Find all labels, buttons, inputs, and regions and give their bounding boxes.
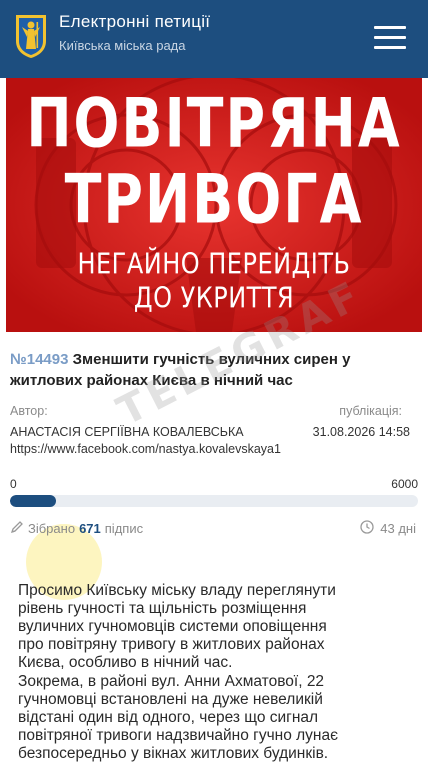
kyiv-coat-of-arms-icon[interactable] [14,13,48,59]
publication-label: публікація: [339,404,402,418]
text-line: безпосередньо у вікнах житлових будинків… [18,745,329,762]
author-name: АНАСТАСІЯ СЕРГІЇВНА КОВАЛЕВСЬКА [10,425,244,439]
days-left-text: 43 дні [380,521,416,536]
banner-line-4: ДО УКРИТТЯ [133,281,295,315]
progress-min: 0 [10,477,17,491]
text-line: рівень гучності та щільність розміщення [18,600,307,617]
text-line: про повітряну тривогу в житлових районах [18,636,325,653]
site-subtitle: Київська міська рада [59,38,186,53]
days-left: 43 дні [360,520,416,537]
signatures-prefix: Зібрано [28,521,76,536]
author-facebook-link[interactable]: https://www.facebook.com/nastya.kovalevs… [10,442,281,456]
text-line: гучномовці встановлені на дуже невеликій [18,691,323,708]
text-line: вуличних гучномовців системи оповіщення [18,618,327,635]
hamburger-menu-icon[interactable] [374,24,408,52]
petition-text-paragraph-1: Просимо Київську міську владу переглянут… [18,582,414,672]
publication-date: 31.08.2026 14:58 [312,425,410,439]
signature-progress-bar [10,495,418,507]
text-line: Зокрема, в районі вул. Анни Ахматової, 2… [18,673,325,690]
petition-number: №14493 [10,351,69,368]
top-header: Електронні петиції Київська міська рада [0,0,428,78]
signatures-collected: Зібрано 671 підпис [10,520,143,537]
pen-icon [10,520,24,537]
signatures-suffix: підпис [104,521,144,536]
signatures-count: 671 [79,521,101,536]
text-line: Просимо Київську міську владу переглянут… [18,582,336,599]
progress-max: 6000 [391,477,418,491]
author-label: Автор: [10,404,48,418]
banner-line-2: ТРИВОГА [64,160,364,239]
banner-line-3: НЕГАЙНО ПЕРЕЙДІТЬ [77,247,351,281]
petition-title: №14493 Зменшити гучність вуличних сирен … [10,349,410,391]
text-line: повітряної тривоги надзвичайно гучно лун… [18,727,339,744]
banner-line-1: ПОВІТРЯНА [26,84,402,163]
petition-banner-image: ПОВІТРЯНА ТРИВОГА НЕГАЙНО ПЕРЕЙДІТЬ ДО У… [6,78,422,332]
petition-text-paragraph-2: Зокрема, в районі вул. Анни Ахматової, 2… [18,673,414,763]
site-title[interactable]: Електронні петиції [59,12,210,32]
signature-progress-fill [10,495,56,507]
text-line: Києва, особливо в нічний час. [18,654,233,671]
text-line: відстані один від одного, через що сигна… [18,709,319,726]
clock-icon [360,520,374,537]
